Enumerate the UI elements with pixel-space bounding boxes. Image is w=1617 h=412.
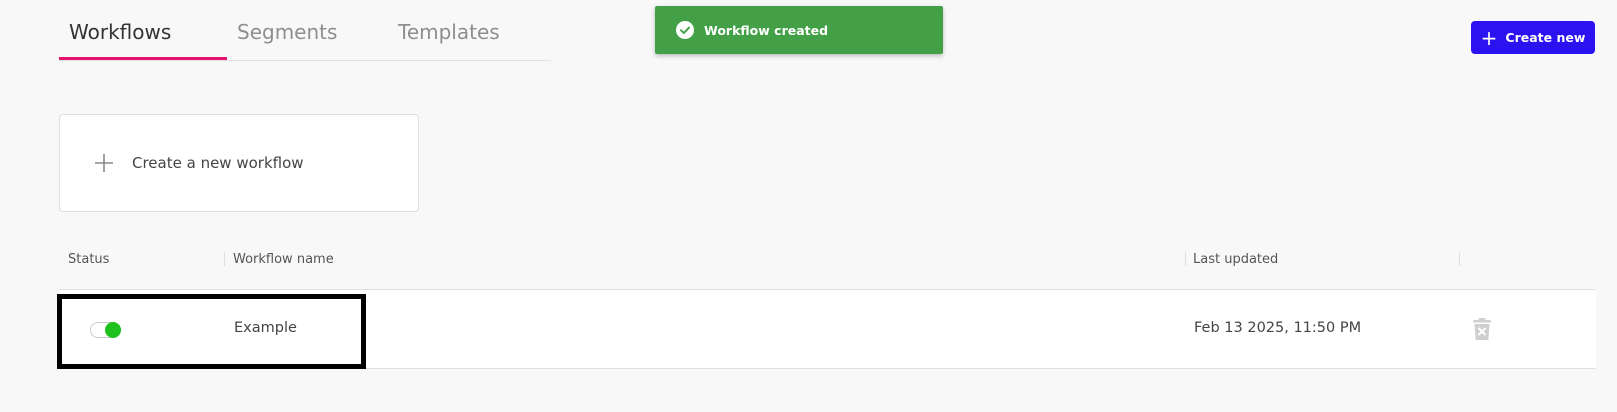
plus-icon: +: [1480, 25, 1498, 50]
column-divider: [224, 252, 225, 266]
create-new-label: Create new: [1505, 30, 1586, 45]
check-circle-icon: [676, 21, 694, 39]
create-workflow-label: Create a new workflow: [132, 154, 304, 172]
active-tab-indicator: [59, 57, 227, 60]
column-divider: [1459, 252, 1460, 266]
tab-templates[interactable]: Templates: [398, 20, 500, 44]
create-workflow-card[interactable]: Create a new workflow: [59, 114, 419, 212]
workflows-page: Workflows Segments Templates Workflow cr…: [0, 0, 1617, 412]
column-divider: [1185, 252, 1186, 266]
plus-icon: [94, 153, 114, 173]
delete-icon[interactable]: [1472, 318, 1492, 341]
tab-segments[interactable]: Segments: [237, 20, 337, 44]
tab-bar: Workflows Segments Templates: [59, 0, 551, 61]
success-toast: Workflow created: [655, 6, 943, 54]
column-header-last-updated[interactable]: Last updated: [1193, 252, 1278, 267]
toast-message: Workflow created: [704, 22, 829, 38]
create-new-button[interactable]: + Create new: [1471, 21, 1595, 54]
last-updated-cell: Feb 13 2025, 11:50 PM: [1194, 320, 1362, 336]
tab-workflows[interactable]: Workflows: [69, 20, 171, 44]
highlight-outline: [57, 294, 366, 369]
column-header-workflow-name[interactable]: Workflow name: [233, 252, 334, 267]
column-header-status[interactable]: Status: [68, 252, 109, 267]
